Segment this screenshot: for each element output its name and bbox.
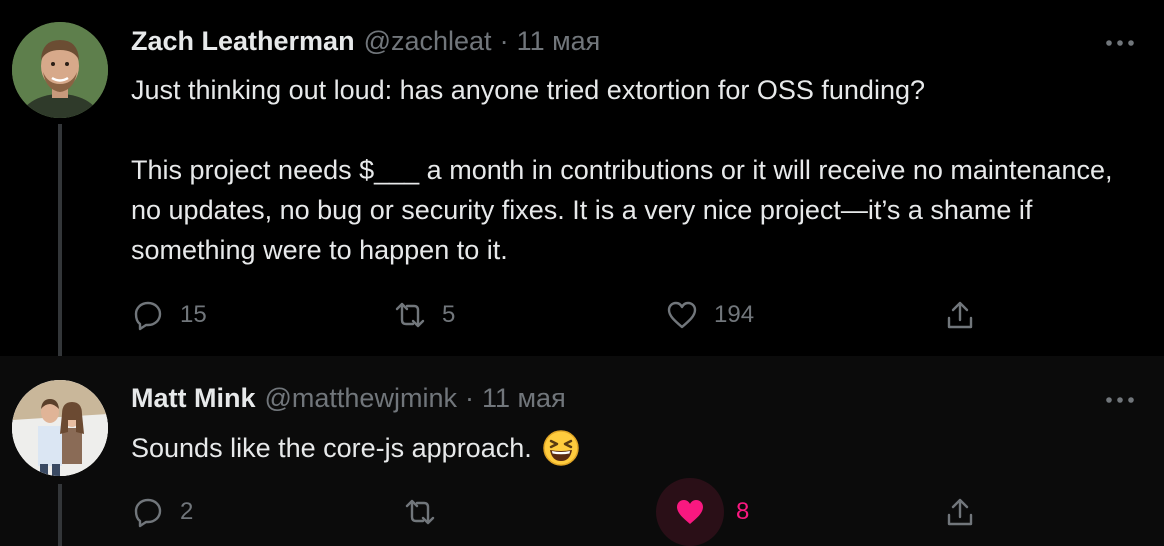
tweet-paragraph: Just thinking out loud: has anyone tried…	[131, 75, 925, 105]
share-icon	[947, 301, 973, 329]
more-options-button[interactable]	[1100, 385, 1140, 415]
heart-icon	[667, 301, 697, 329]
separator-dot: ·	[499, 26, 509, 56]
retweet-button[interactable]: 5	[390, 295, 455, 335]
tweet[interactable]: Zach Leatherman @zachleat · 11 мая Just …	[0, 0, 1164, 356]
like-count: 8	[736, 498, 750, 525]
tweet-header: Zach Leatherman @zachleat · 11 мая	[131, 26, 600, 58]
more-options-button[interactable]	[1100, 28, 1140, 58]
tweet-header: Matt Mink @matthewjmink · 11 мая	[131, 383, 566, 415]
author-handle[interactable]: @zachleat	[364, 26, 492, 57]
share-icon	[947, 498, 973, 526]
tweet-actions: 15 5 194	[0, 295, 1164, 335]
retweet-icon	[395, 302, 425, 328]
more-dots-icon	[1106, 40, 1134, 46]
tweet-actions: 2 8	[0, 478, 1164, 546]
person-avatar-icon	[12, 22, 108, 118]
author-handle[interactable]: @matthewjmink	[265, 383, 457, 414]
author-name[interactable]: Matt Mink	[131, 383, 256, 414]
separator-dot: ·	[464, 383, 474, 413]
author-name[interactable]: Zach Leatherman	[131, 26, 355, 57]
like-button[interactable]: 8	[656, 478, 750, 546]
tweet-timeline: Zach Leatherman @zachleat · 11 мая Just …	[0, 0, 1164, 546]
tweet-timestamp[interactable]: 11 мая	[517, 26, 601, 57]
tweet-timestamp[interactable]: 11 мая	[482, 383, 566, 414]
share-button[interactable]	[940, 295, 980, 335]
reply-icon	[134, 301, 162, 331]
retweet-icon	[405, 499, 435, 525]
avatar[interactable]	[12, 22, 108, 118]
avatar[interactable]	[12, 380, 108, 476]
tweet-text: Sounds like the core-js approach.	[131, 428, 1141, 468]
retweet-button[interactable]	[400, 492, 452, 532]
grinning-squinting-face-icon	[542, 430, 579, 466]
like-count: 194	[714, 301, 755, 328]
reply-count: 2	[180, 498, 194, 525]
share-button[interactable]	[940, 492, 980, 532]
tweet-text: Just thinking out loud: has anyone tried…	[131, 70, 1141, 270]
more-dots-icon	[1106, 397, 1134, 403]
retweet-count: 5	[442, 301, 456, 328]
reply-icon	[134, 498, 162, 528]
tweet[interactable]: Matt Mink @matthewjmink · 11 мая Sounds …	[0, 356, 1164, 546]
tweet-paragraph: This project needs $___ a month in contr…	[131, 155, 1113, 265]
reply-button[interactable]: 2	[128, 492, 193, 532]
tweet-paragraph: Sounds like the core-js approach.	[131, 433, 532, 463]
couple-avatar-icon	[12, 380, 108, 476]
reply-button[interactable]: 15	[128, 295, 207, 335]
heart-filled-icon	[677, 500, 703, 524]
like-button[interactable]: 194	[662, 295, 754, 335]
reply-count: 15	[180, 301, 207, 328]
